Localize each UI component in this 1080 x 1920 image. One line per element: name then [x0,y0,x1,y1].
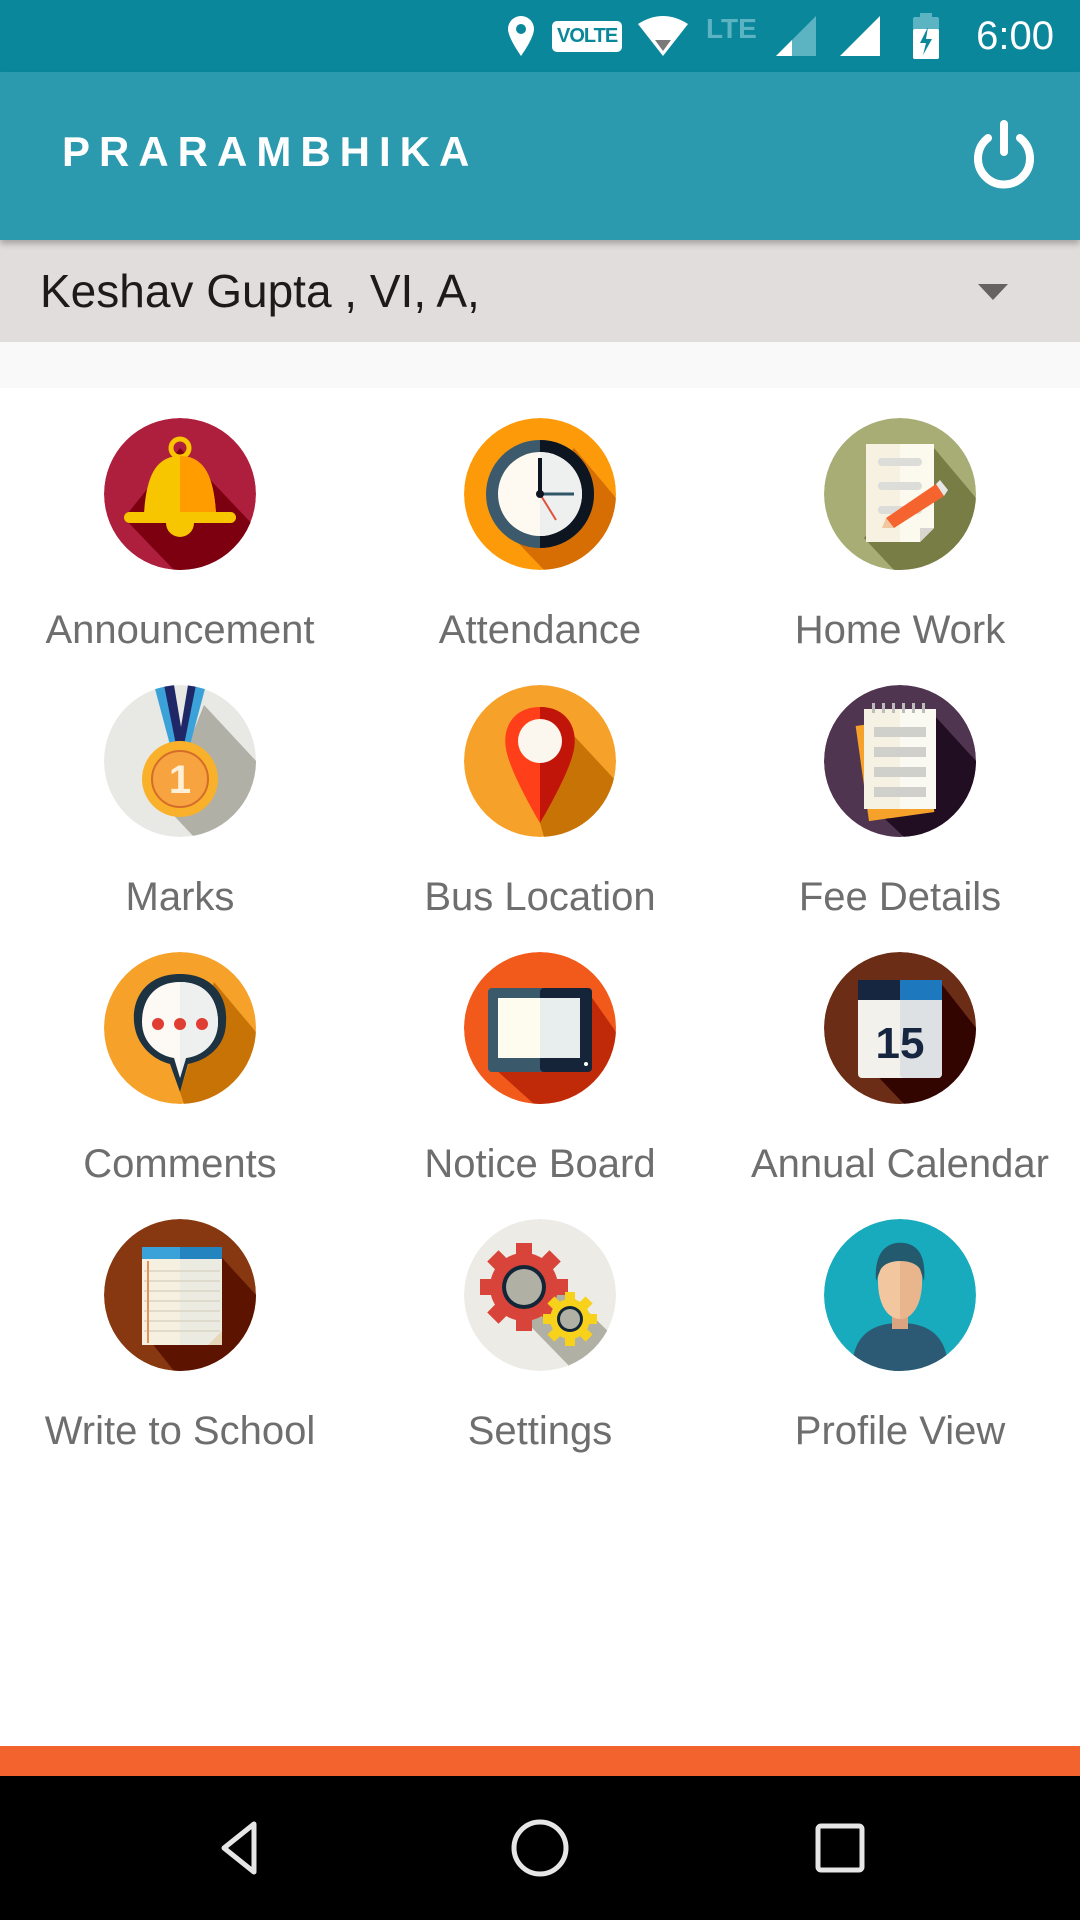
signal-sim1-icon [774,0,818,72]
menu-item-announcement[interactable]: Announcement [0,388,360,655]
app-title: PRARAMBHIKA [62,128,479,175]
menu-item-fee-details[interactable]: Fee Details [720,655,1080,922]
menu-item-attendance[interactable]: Attendance [360,388,720,655]
status-bar: VOLTE LTE 6:00 [0,0,1080,72]
menu-item-label: Write to School [44,1409,316,1453]
menu-item-notice-board[interactable]: Notice Board [360,922,720,1189]
notebook-icon [104,1219,256,1371]
menu-item-comments[interactable]: Comments [0,922,360,1189]
divider-strip [0,342,1080,388]
menu-item-label: Settings [467,1409,613,1453]
recents-icon [815,1823,865,1873]
menu-item-label: Announcement [45,608,315,652]
medal-icon: 1 [104,685,256,837]
map-pin-icon [464,685,616,837]
selected-student: Keshav Gupta , VI, A, [40,265,480,317]
app-bar: PRARAMBHIKA [0,72,1080,240]
menu-item-bus-location[interactable]: Bus Location [360,655,720,922]
menu-item-settings[interactable]: Settings [360,1189,720,1456]
menu-item-label: Bus Location [424,875,656,919]
menu-item-write-to-school[interactable]: Write to School [0,1189,360,1456]
document-pencil-icon [824,418,976,570]
clock-icon [464,418,616,570]
clock-time: 6:00 [976,13,1054,58]
menu-item-label: Fee Details [798,875,1002,919]
speech-bubble-icon [104,952,256,1104]
bell-icon [104,418,256,570]
user-avatar-icon [824,1219,976,1371]
signal-sim2-icon [838,0,882,72]
calendar-day: 15 [876,1019,925,1068]
wifi-icon [636,0,690,72]
tablet-board-icon [464,952,616,1104]
accent-bar [0,1746,1080,1776]
back-button[interactable] [204,1812,276,1884]
lte-label: LTE [706,13,757,44]
menu-item-marks[interactable]: 1 Marks [0,655,360,922]
gears-icon [464,1219,616,1371]
menu-item-home-work[interactable]: Home Work [720,388,1080,655]
menu-item-label: Profile View [794,1409,1006,1453]
menu-item-label: Home Work [794,608,1006,652]
menu-item-label: Comments [83,1142,277,1186]
menu-item-label: Marks [125,875,235,919]
system-nav-bar [0,1776,1080,1920]
location-icon [506,0,536,72]
volte-icon: VOLTE [552,0,623,72]
power-icon [974,120,1034,189]
menu-item-label: Notice Board [424,1142,656,1186]
menu-item-label: Annual Calendar [751,1142,1049,1186]
dropdown-arrow-icon [978,284,1008,300]
menu-item-label: Attendance [438,608,642,652]
lte-icon: LTE [706,0,757,72]
medal-number: 1 [169,758,191,802]
back-icon [221,1821,257,1875]
menu-item-profile-view[interactable]: Profile View [720,1189,1080,1456]
home-button[interactable] [504,1812,576,1884]
recents-button[interactable] [804,1812,876,1884]
battery-charging-icon [912,0,940,72]
notepad-icon [824,685,976,837]
home-icon [511,1819,569,1877]
volte-label: VOLTE [552,20,623,52]
calendar-icon: 15 [824,952,976,1104]
menu-item-annual-calendar[interactable]: 15 Annual Calendar [720,922,1080,1189]
student-selector-dropdown[interactable]: Keshav Gupta , VI, A, [0,240,1080,342]
logout-button[interactable] [964,116,1044,196]
